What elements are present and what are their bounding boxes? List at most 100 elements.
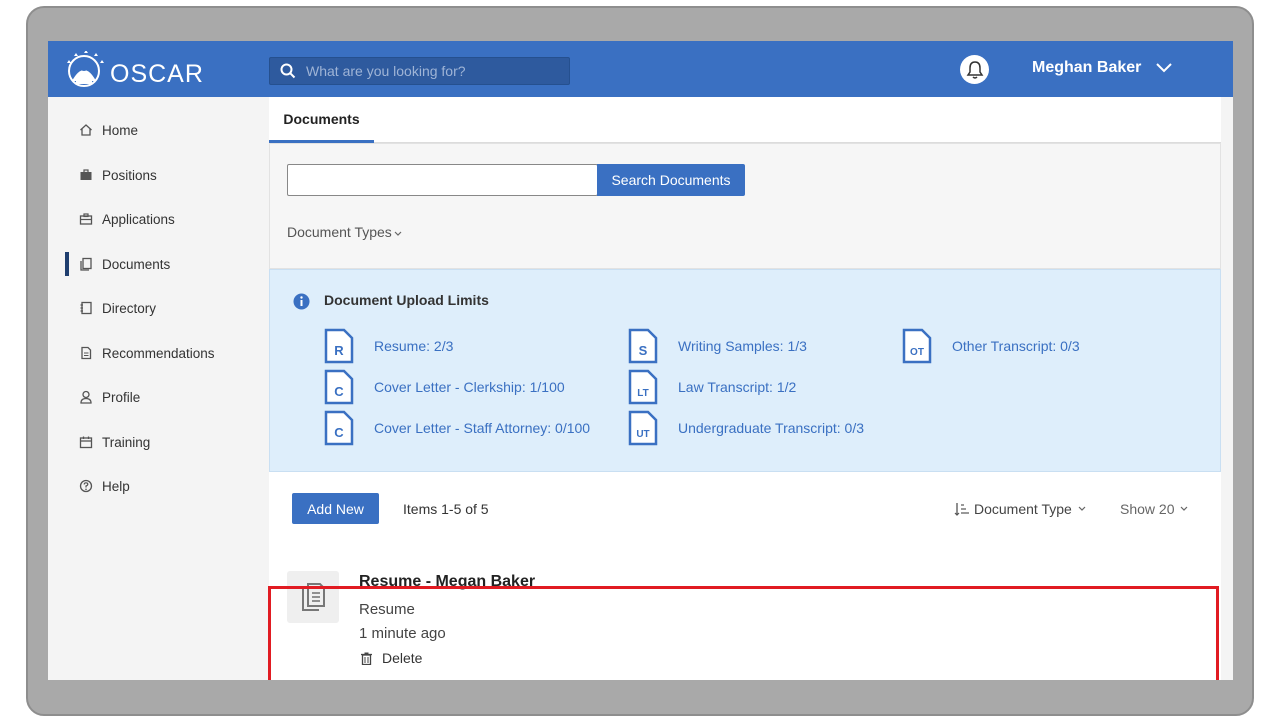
chevron-down-icon [1156,63,1173,73]
file-letter: S [639,343,648,358]
file-letter: UT [636,429,649,440]
sidebar-item-label: Directory [102,300,157,316]
info-icon [293,293,310,310]
sidebar-item-applications[interactable]: Applications [48,204,269,234]
sidebar-item-profile[interactable]: Profile [48,382,269,412]
sidebar-item-label: Training [102,434,151,450]
upload-limits-panel: Document Upload Limits R Resume: 2/3 C C… [269,269,1221,472]
tab-documents[interactable]: Documents [269,97,374,143]
file-lt-icon: LT [628,369,658,405]
help-icon [79,479,93,493]
logo-text: OSCAR [110,59,204,88]
limit-label: Cover Letter - Staff Attorney: 0/100 [374,420,591,436]
document-thumbnail [287,571,339,623]
search-documents-button[interactable]: Search Documents [597,164,745,196]
document-types-label: Document Types [287,224,392,240]
limit-label: Cover Letter - Clerkship: 1/100 [374,379,565,395]
sidebar-item-help[interactable]: Help [48,471,269,501]
document-card[interactable]: Resume - Megan Baker Resume 1 minute ago… [269,544,1221,680]
limit-label: Undergraduate Transcript: 0/3 [678,420,864,436]
global-search [269,57,570,85]
limit-item: LT Law Transcript: 1/2 [628,369,796,405]
sidebar-item-label: Recommendations [102,345,215,361]
sidebar-item-label: Documents [102,256,171,272]
sidebar-item-training[interactable]: Training [48,427,269,457]
document-timestamp: 1 minute ago [359,625,446,642]
file-ut-icon: UT [628,410,658,446]
page-size-label: Show 20 [1120,501,1175,517]
limit-item: C Cover Letter - Staff Attorney: 0/100 [324,410,590,446]
sidebar-item-directory[interactable]: Directory [48,293,269,323]
briefcase-icon [80,169,92,180]
sidebar-item-label: Applications [102,211,175,227]
limit-label: Writing Samples: 1/3 [678,338,807,354]
file-letter: OT [910,347,924,358]
person-icon [80,390,92,404]
sidebar-item-positions[interactable]: Positions [48,160,269,190]
directory-icon [80,301,92,315]
document-types-dropdown[interactable]: Document Types [287,224,402,240]
sidebar-item-recommendations[interactable]: Recommendations [48,338,269,368]
documents-icon [80,257,92,271]
oscar-logo[interactable]: OSCAR [62,51,204,89]
file-letter: LT [637,388,648,399]
user-name: Meghan Baker [1032,59,1142,76]
trash-icon [361,652,372,665]
calendar-icon [79,436,93,449]
notifications-button[interactable] [960,55,989,84]
chevron-down-icon [1181,506,1188,511]
limit-item: R Resume: 2/3 [324,328,453,364]
file-letter: C [334,384,344,399]
sidebar-item-home[interactable]: Home [48,115,269,145]
delete-label: Delete [382,650,423,666]
limit-item: C Cover Letter - Clerkship: 1/100 [324,369,565,405]
file-letter: C [334,425,344,440]
upload-limits-title: Document Upload Limits [324,292,489,308]
briefcase-outline-icon [79,213,93,225]
document-stack-icon [302,583,325,611]
sidebar: Home Positions Applications Documents Di… [48,97,269,680]
global-search-input[interactable] [306,63,556,79]
limit-label: Resume: 2/3 [374,338,454,354]
chevron-down-icon [1078,506,1086,511]
sidebar-item-label: Profile [102,389,141,405]
bell-icon [966,60,983,79]
sidebar-item-label: Help [102,478,130,494]
tab-bar: Documents [269,97,1221,143]
file-ot-icon: OT [902,328,932,364]
page-size-dropdown[interactable]: Show 20 [1120,501,1188,517]
limit-item: UT Undergraduate Transcript: 0/3 [628,410,864,446]
sidebar-item-label: Home [102,122,139,138]
sidebar-item-documents[interactable]: Documents [48,249,269,279]
limit-item: OT Other Transcript: 0/3 [902,328,1080,364]
limit-item: S Writing Samples: 1/3 [628,328,807,364]
document-search-input[interactable] [287,164,598,196]
file-r-icon: R [324,328,354,364]
user-menu[interactable]: Meghan Baker [1032,59,1173,77]
document-title[interactable]: Resume - Megan Baker [359,573,535,591]
filter-panel: Search Documents Document Types [269,143,1221,269]
file-s-icon: S [628,328,658,364]
limit-label: Law Transcript: 1/2 [678,379,797,395]
app-screen: OSCAR Meghan Baker Home [48,41,1233,680]
oscar-seal-icon [67,51,104,87]
file-letter: R [334,343,344,358]
file-c-icon: C [324,410,354,446]
items-count: Items 1-5 of 5 [403,501,489,517]
documents-toolbar: Add New Items 1-5 of 5 Document Type Sho… [269,472,1221,544]
delete-document-button[interactable]: Delete [361,650,422,666]
add-new-button[interactable]: Add New [292,493,379,524]
limit-label: Other Transcript: 0/3 [952,338,1080,354]
sort-icon [954,503,969,516]
main-content: Documents Search Documents Document Type… [269,97,1221,680]
search-icon [280,63,296,79]
sort-dropdown[interactable]: Document Type [954,501,1086,517]
chevron-down-icon [394,231,402,236]
sidebar-item-label: Positions [102,167,157,183]
top-bar: OSCAR Meghan Baker [48,41,1233,97]
file-c-icon: C [324,369,354,405]
sort-label: Document Type [974,501,1072,517]
document-icon [81,346,92,360]
home-icon [80,124,92,136]
document-type: Resume [359,601,415,618]
